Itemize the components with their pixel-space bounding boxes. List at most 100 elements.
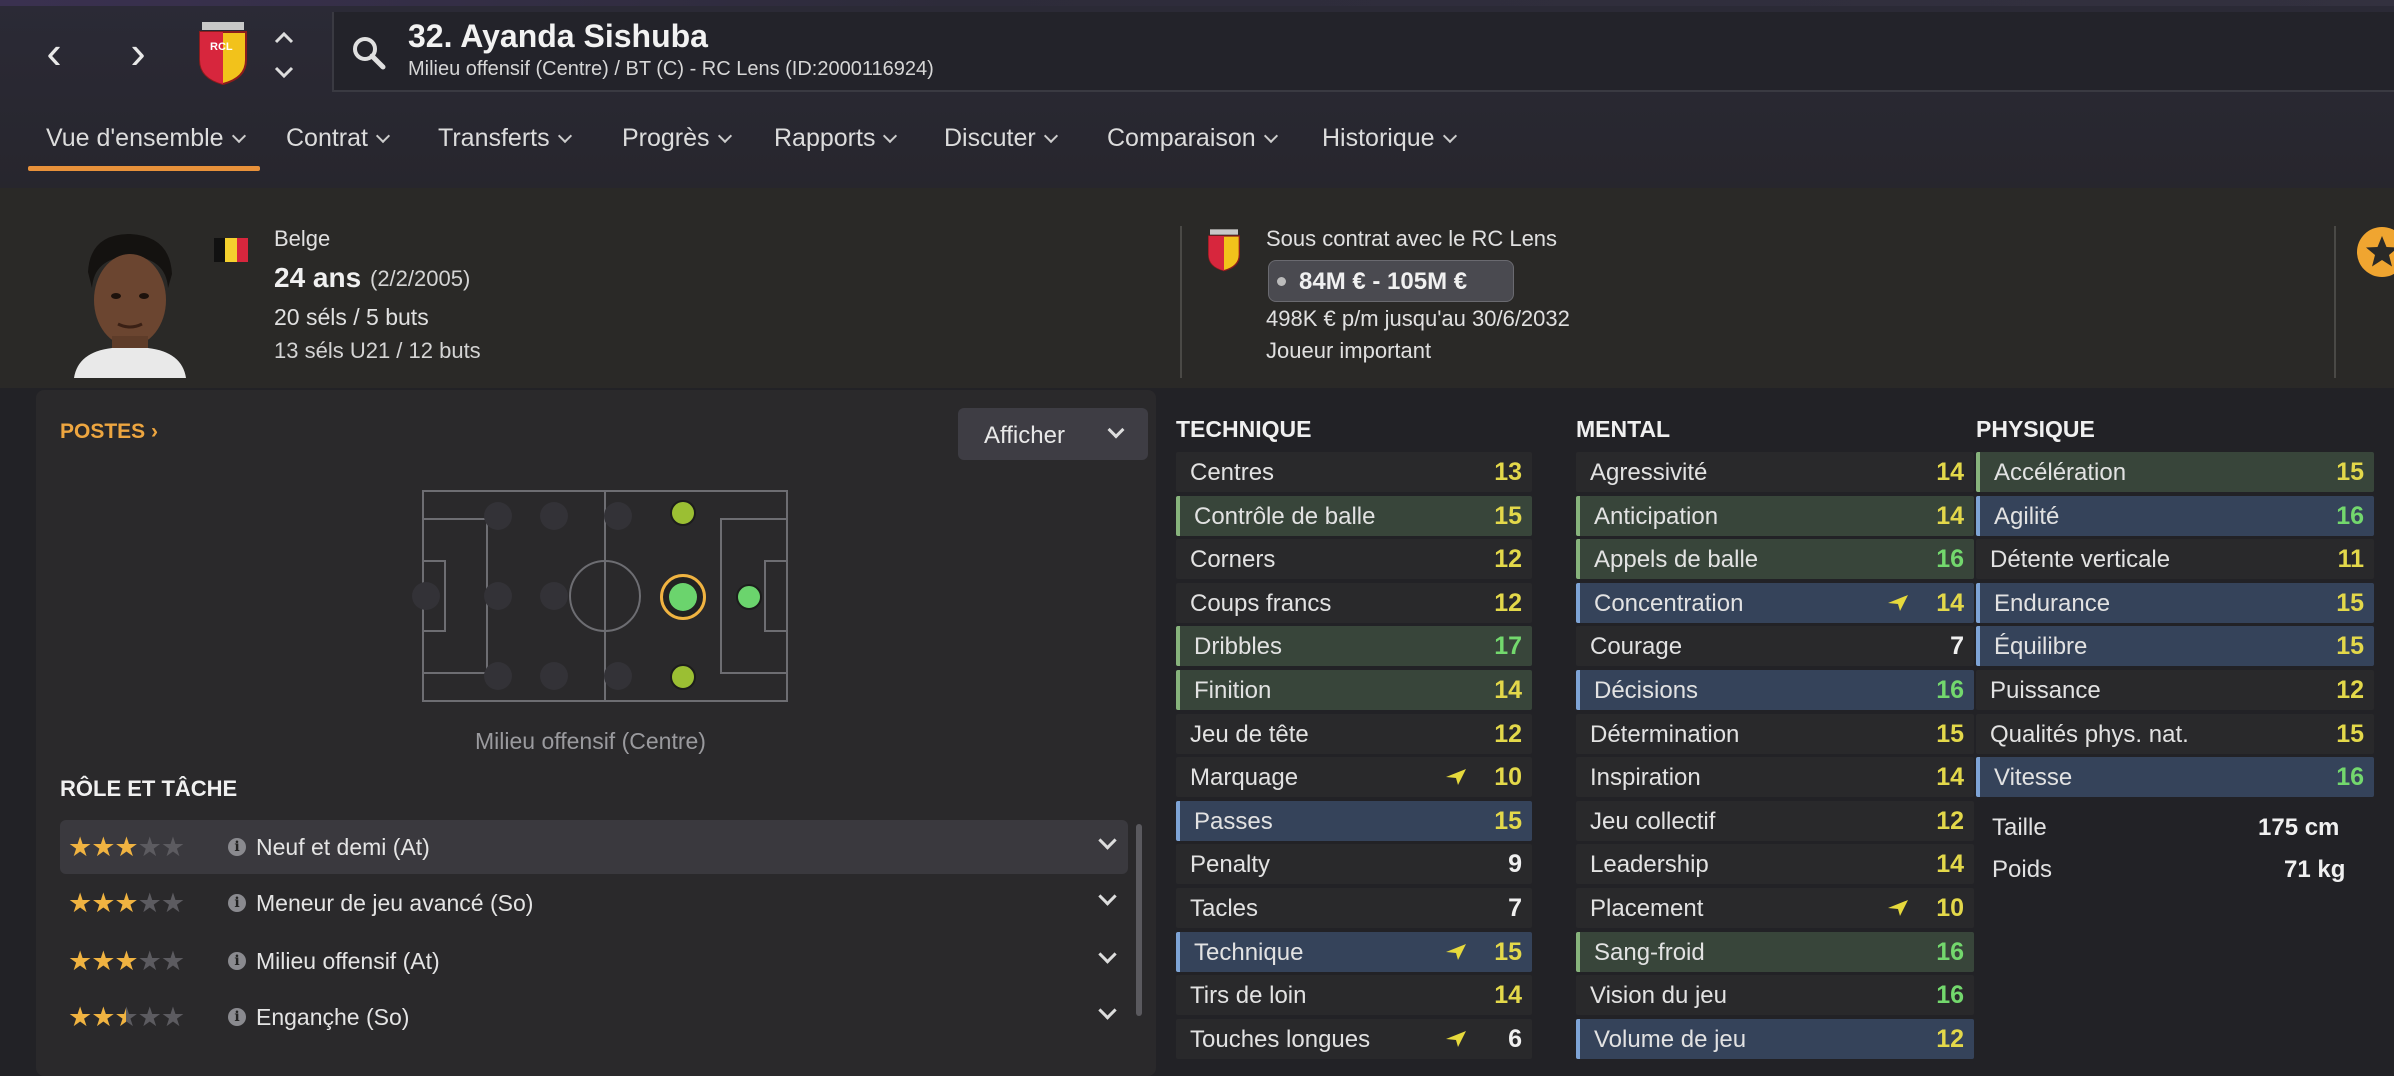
player-name: 32. Ayanda Sishuba [408,18,708,54]
position-dot[interactable] [670,500,696,526]
attribute-row[interactable]: Volume de jeu 12 [1576,1018,1974,1059]
attribute-row[interactable]: Penalty 9 [1176,844,1532,885]
attribute-row[interactable]: Jeu de tête 12 [1176,713,1532,754]
tab-progress[interactable]: Progrès [622,124,732,153]
role-row[interactable]: ★★★★★ i Milieu offensif (At) [60,934,1128,988]
position-label: Milieu offensif (Centre) [475,728,706,754]
role-row[interactable]: ★★★★★ i Meneur de jeu avancé (So) [60,876,1128,930]
attribute-row[interactable]: Accélération 15 [1976,452,2374,492]
attribute-row[interactable]: Sang-froid 16 [1576,931,1974,972]
attribute-row[interactable]: Courage 7 [1576,626,1974,667]
position-dot[interactable] [670,664,696,690]
player-subtitle: Milieu offensif (Centre) / BT (C) - RC L… [408,58,934,80]
tab-reports[interactable]: Rapports [774,124,898,153]
attribute-name: Dribbles [1194,633,1283,661]
attribute-value: 14 [1494,981,1522,1010]
attribute-row[interactable]: Vitesse 16 [1976,757,2374,798]
attribute-row[interactable]: Agilité 16 [1976,495,2374,536]
attribute-row[interactable]: Corners 12 [1176,539,1532,580]
tab-overview[interactable]: Vue d'ensemble [46,124,246,153]
trend-up-arrow-icon [1888,594,1908,611]
attribute-row[interactable]: Qualités phys. nat. 15 [1976,713,2374,754]
role-row[interactable]: ★★★★★ i Engançhe (So) [60,990,1128,1044]
belgium-flag-icon [214,238,248,262]
tab-discuss[interactable]: Discuter [944,124,1058,153]
attribute-row[interactable]: Détente verticale 11 [1976,539,2374,580]
attribute-row[interactable]: Appels de balle 16 [1576,539,1974,580]
attribute-value: 12 [1494,719,1522,748]
attribute-row[interactable]: Technique 15 [1176,931,1532,972]
position-dot[interactable] [736,584,762,610]
attribute-row[interactable]: Placement 10 [1576,888,1974,928]
attribute-row[interactable]: Vision du jeu 16 [1576,975,1974,1016]
attribute-row[interactable]: Détermination 15 [1576,713,1974,754]
main-position-dot[interactable] [660,574,706,620]
scrollbar[interactable] [1136,824,1142,1016]
attribute-name: Contrôle de balle [1194,502,1376,530]
attribute-row[interactable]: Jeu collectif 12 [1576,800,1974,841]
role-row[interactable]: ★★★★★ i Neuf et demi (At) [60,820,1128,874]
attribute-value: 7 [1950,632,1964,661]
chevron-down-icon[interactable] [1098,887,1117,906]
attribute-row[interactable]: Anticipation 14 [1576,495,1974,536]
favorite-star-icon[interactable] [2356,226,2394,278]
attribute-row[interactable]: Passes 15 [1176,800,1532,841]
attribute-row[interactable]: Centres 13 [1176,452,1532,492]
roles-heading: RÔLE ET TÂCHE [60,776,238,801]
club-badge[interactable]: RCL [196,20,250,86]
tab-contract[interactable]: Contrat [286,124,391,153]
search-icon[interactable] [350,34,388,72]
attribute-row[interactable]: Inspiration 14 [1576,757,1974,798]
attribute-value: 14 [1936,458,1964,486]
attribute-row[interactable]: Puissance 12 [1976,670,2374,710]
trend-up-arrow-icon [1888,900,1908,916]
attribute-row[interactable]: Équilibre 15 [1976,626,2374,667]
attribute-row[interactable]: Marquage 10 [1176,757,1532,798]
attribute-row[interactable]: Leadership 14 [1576,844,1974,885]
attribute-row[interactable]: Tacles 7 [1176,888,1532,928]
updown-chevrons-icon[interactable] [270,28,298,88]
chevron-down-icon[interactable] [1098,945,1117,964]
squad-status: Joueur important [1266,338,1432,363]
divider [1180,226,1182,378]
active-tab-underline [28,166,260,171]
attribute-row[interactable]: Tirs de loin 14 [1176,975,1532,1016]
info-icon[interactable]: i [228,894,246,912]
attribute-row[interactable]: Endurance 15 [1976,582,2374,623]
attribute-row[interactable]: Concentration 14 [1576,582,1974,623]
value-tag[interactable]: 84M € - 105M € [1268,260,1514,302]
info-icon[interactable]: i [228,952,246,970]
chevron-down-icon[interactable] [1098,831,1117,850]
attribute-value: 15 [2336,719,2364,748]
nationality: Belge [274,226,331,251]
weight-label: Poids [1992,856,2053,883]
attribute-row[interactable]: Agressivité 14 [1576,452,1974,492]
show-dropdown-button[interactable]: Afficher [958,408,1148,460]
attribute-name: Finition [1194,677,1272,704]
back-arrow-icon[interactable]: ‹ [24,24,84,84]
attribute-row[interactable]: Contrôle de balle 15 [1176,495,1532,536]
attribute-row[interactable]: Finition 14 [1176,670,1532,710]
divider [2334,226,2336,378]
tab-transfers[interactable]: Transferts [438,124,572,153]
attribute-value: 12 [1494,545,1522,574]
tab-history[interactable]: Historique [1322,124,1457,153]
attribute-value: 9 [1508,850,1522,879]
attribute-row[interactable]: Dribbles 17 [1176,626,1532,667]
height-value: 175 cm [2258,814,2340,841]
attribute-name: Concentration [1594,589,1744,617]
attribute-name: Anticipation [1594,502,1719,530]
tab-comparison[interactable]: Comparaison [1107,124,1278,153]
attribute-value: 16 [2336,501,2364,530]
attribute-name: Décisions [1594,677,1699,704]
positions-heading[interactable]: POSTES › [60,420,158,444]
info-icon[interactable]: i [228,1008,246,1026]
forward-arrow-icon[interactable]: › [108,24,168,84]
role-stars: ★★★★★ [68,832,185,862]
info-icon[interactable]: i [228,838,246,856]
attribute-row[interactable]: Touches longues 6 [1176,1018,1532,1059]
attribute-name: Leadership [1590,851,1709,879]
attribute-row[interactable]: Coups francs 12 [1176,582,1532,623]
attribute-row[interactable]: Décisions 16 [1576,670,1974,710]
chevron-down-icon[interactable] [1098,1001,1117,1020]
